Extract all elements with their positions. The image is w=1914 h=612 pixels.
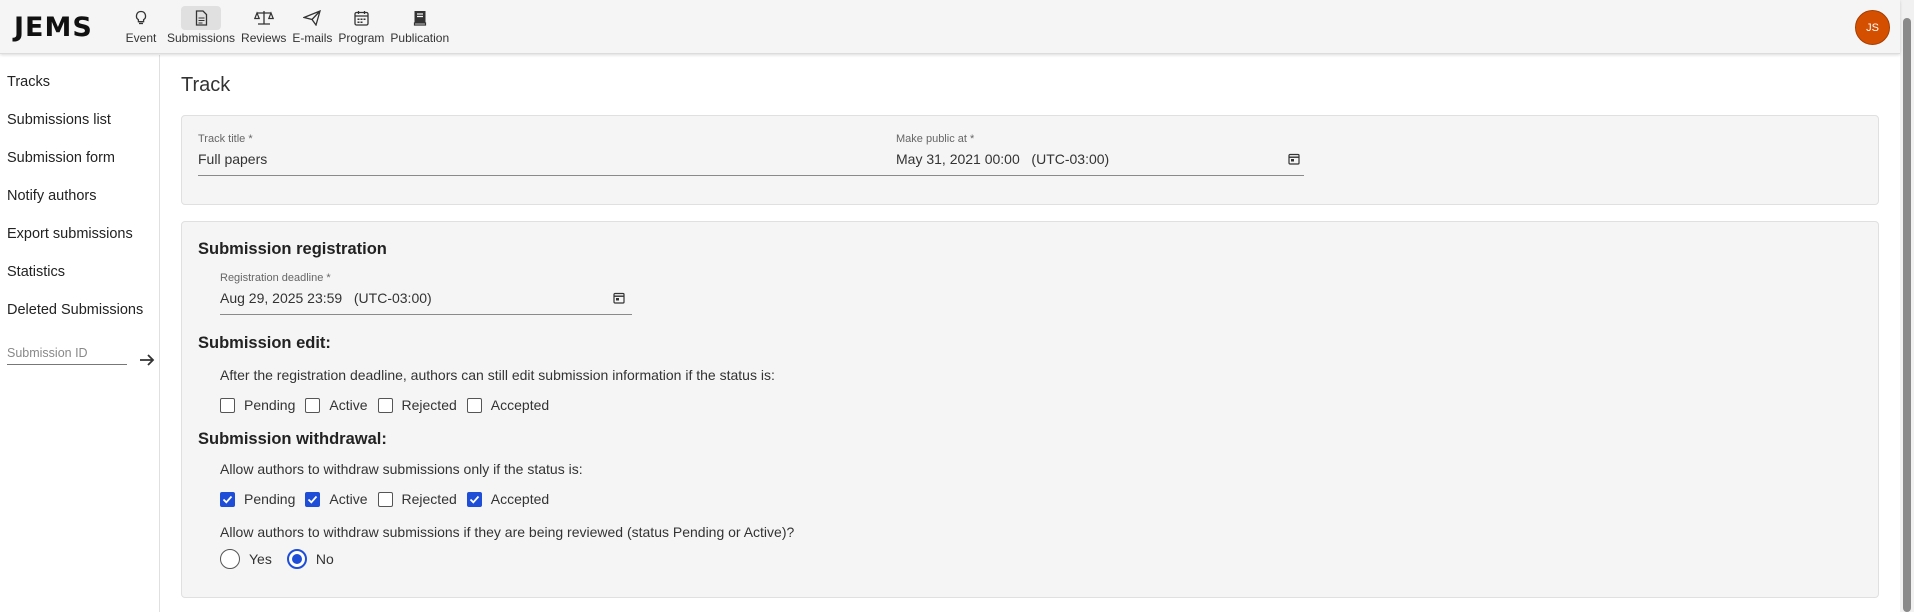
withdrawal-accepted-checkbox[interactable] bbox=[466, 491, 482, 507]
nav-emails[interactable]: E-mails bbox=[289, 6, 335, 48]
make-public-label: Make public at * bbox=[896, 133, 975, 145]
radio-label: Yes bbox=[249, 551, 272, 567]
nav-label: Submissions bbox=[167, 31, 236, 45]
nav-publication[interactable]: Publication bbox=[387, 6, 452, 48]
nav-label: E-mails bbox=[292, 31, 333, 45]
top-app-bar: JEMS Event Submissions Reviews E-mails P… bbox=[0, 0, 1900, 54]
calendar-icon[interactable] bbox=[1288, 153, 1300, 165]
make-public-underline bbox=[896, 175, 1304, 176]
paper-plane-icon bbox=[292, 6, 332, 30]
track-title-label: Track title * bbox=[198, 133, 253, 145]
nav-label: Publication bbox=[390, 31, 450, 45]
track-title-underline bbox=[198, 175, 900, 176]
checkbox-label: Pending bbox=[244, 491, 296, 507]
track-title-input[interactable]: Full papers bbox=[198, 151, 267, 167]
registration-deadline-input[interactable]: Aug 29, 2025 23:59 (UTC-03:00) bbox=[220, 290, 432, 306]
scales-icon bbox=[244, 6, 284, 30]
submission-id-input[interactable]: Submission ID bbox=[7, 343, 127, 365]
checkbox-label: Pending bbox=[244, 397, 296, 413]
registration-deadline-underline bbox=[220, 314, 632, 315]
checkbox-label: Rejected bbox=[401, 397, 457, 413]
checkbox-label: Accepted bbox=[490, 397, 550, 413]
edit-accepted-checkbox[interactable] bbox=[466, 397, 482, 413]
review-withdraw-question: Allow authors to withdraw submissions if… bbox=[220, 524, 795, 540]
nav-label: Program bbox=[338, 31, 385, 45]
edit-pending-checkbox[interactable] bbox=[220, 397, 235, 413]
review-withdraw-radio-group: Yes No bbox=[220, 549, 349, 569]
nav-event[interactable]: Event bbox=[118, 6, 164, 48]
radio-label: No bbox=[315, 551, 334, 567]
checkbox-label: Active bbox=[329, 491, 368, 507]
checkmark-icon bbox=[308, 495, 318, 504]
sidebar-item-submissions-list[interactable]: Submissions list bbox=[7, 112, 111, 128]
user-avatar[interactable]: JS bbox=[1855, 10, 1890, 45]
submission-settings-panel: Submission registration Registration dea… bbox=[181, 221, 1879, 598]
checkbox-label: Active bbox=[329, 397, 368, 413]
sidebar-item-submission-form[interactable]: Submission form bbox=[7, 150, 115, 166]
nav-program[interactable]: Program bbox=[335, 6, 387, 48]
checkmark-icon bbox=[222, 495, 233, 504]
book-icon bbox=[400, 6, 440, 30]
nav-submissions[interactable]: Submissions bbox=[164, 6, 238, 48]
track-panel: Track title * Full papers Make public at… bbox=[181, 115, 1879, 205]
sidebar-item-tracks[interactable]: Tracks bbox=[7, 74, 50, 90]
edit-rejected-checkbox[interactable] bbox=[377, 397, 393, 413]
registration-heading: Submission registration bbox=[198, 240, 387, 258]
main-nav: Event Submissions Reviews E-mails Progra… bbox=[118, 6, 452, 48]
make-public-input[interactable]: May 31, 2021 00:00 (UTC-03:00) bbox=[896, 151, 1109, 167]
radio-yes[interactable] bbox=[220, 549, 240, 569]
calendar-icon bbox=[341, 6, 381, 30]
calendar-icon[interactable] bbox=[613, 292, 625, 304]
edit-heading: Submission edit: bbox=[198, 334, 331, 352]
arrow-right-icon bbox=[140, 354, 155, 366]
withdrawal-heading: Submission withdrawal: bbox=[198, 430, 387, 448]
document-icon bbox=[181, 6, 222, 30]
app-logo[interactable]: JEMS bbox=[14, 12, 93, 43]
radio-no[interactable] bbox=[286, 549, 307, 569]
sidebar-item-deleted-submissions[interactable]: Deleted Submissions bbox=[7, 302, 143, 318]
checkmark-icon bbox=[469, 495, 479, 504]
edit-description: After the registration deadline, authors… bbox=[220, 367, 775, 383]
sidebar: Tracks Submissions list Submission form … bbox=[0, 55, 160, 612]
nav-label: Event bbox=[125, 31, 157, 45]
checkbox-label: Accepted bbox=[490, 491, 550, 507]
edit-status-options: Pending Active Rejected Accepted bbox=[220, 397, 559, 413]
nav-label: Reviews bbox=[241, 31, 287, 45]
withdrawal-pending-checkbox[interactable] bbox=[220, 491, 235, 507]
go-arrow-button[interactable] bbox=[138, 351, 156, 369]
sidebar-item-notify-authors[interactable]: Notify authors bbox=[7, 188, 96, 204]
sidebar-item-statistics[interactable]: Statistics bbox=[7, 264, 65, 280]
withdrawal-status-options: Pending Active Rejected Accepted bbox=[220, 491, 559, 507]
page-scrollbar[interactable] bbox=[1900, 0, 1914, 612]
nav-reviews[interactable]: Reviews bbox=[238, 6, 289, 48]
registration-deadline-label: Registration deadline * bbox=[220, 272, 331, 284]
page-title: Track bbox=[181, 74, 231, 96]
withdrawal-description: Allow authors to withdraw submissions on… bbox=[220, 461, 583, 477]
checkbox-label: Rejected bbox=[401, 491, 457, 507]
withdrawal-rejected-checkbox[interactable] bbox=[377, 491, 393, 507]
scrollbar-thumb[interactable] bbox=[1903, 18, 1911, 612]
edit-active-checkbox[interactable] bbox=[305, 397, 321, 413]
sidebar-item-export-submissions[interactable]: Export submissions bbox=[7, 226, 133, 242]
lightbulb-icon bbox=[121, 6, 161, 30]
withdrawal-active-checkbox[interactable] bbox=[305, 491, 321, 507]
